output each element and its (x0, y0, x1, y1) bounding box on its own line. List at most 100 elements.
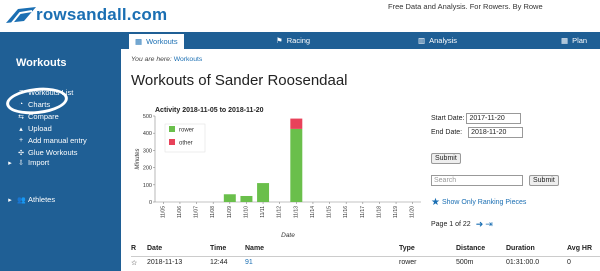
sidebar-item-upload[interactable]: ▴ Upload (17, 124, 52, 133)
tab-analysis[interactable]: ▥ Analysis (418, 32, 457, 49)
sidebar-item-glue-workouts[interactable]: ✣ Glue Workouts (17, 148, 77, 157)
end-date-label: End Date: (431, 129, 463, 136)
col-header-type[interactable]: Type (399, 245, 415, 252)
x-tick-label: 11/16 (343, 206, 349, 218)
ranking-row[interactable]: ★ Show Only Ranking Pieces (431, 197, 526, 208)
cell-date: 2018-11-13 (147, 259, 183, 266)
top-tabs: ▦ Workouts ⚑ Racing ▥ Analysis ▦ Plan (121, 32, 600, 49)
sidebar-item-label: Glue Workouts (28, 148, 78, 157)
import-icon: ⇩ (18, 159, 24, 167)
sidebar-item-athletes[interactable]: ▸ 👥 Athletes (6, 195, 55, 204)
breadcrumb-link-workouts[interactable]: Workouts (174, 56, 203, 63)
users-icon: 👥 (17, 196, 26, 204)
bar-chart-icon: ▥ (418, 36, 426, 45)
tab-racing[interactable]: ⚑ Racing (276, 32, 310, 49)
date-submit-row: Submit (431, 153, 461, 164)
end-date-row: End Date: 2018-11-20 (431, 127, 524, 138)
legend-swatch-rower (169, 126, 175, 132)
bar-rower (257, 183, 270, 202)
y-tick-label: 400 (143, 131, 152, 137)
logo-text[interactable]: rowsandall.com (36, 5, 167, 25)
sidebar: Workouts ≡ Workouts List ◔ Charts ⇆ Comp… (0, 32, 121, 271)
cell-distance: 500m (456, 259, 474, 266)
upload-icon: ▴ (19, 125, 23, 133)
date-submit-button[interactable]: Submit (431, 153, 461, 164)
search-submit-button[interactable]: Submit (529, 175, 559, 186)
sidebar-item-import[interactable]: ▸ ⇩ Import (6, 158, 49, 167)
tab-label: Analysis (429, 36, 458, 45)
y-tick-label: 200 (143, 166, 152, 172)
next-page-icon[interactable]: ➜ (476, 219, 484, 230)
breadcrumb-prefix: You are here: (131, 56, 172, 63)
col-header-name[interactable]: Name (245, 245, 264, 252)
x-tick-label: 11/08 (210, 206, 216, 218)
tab-workouts[interactable]: ▦ Workouts (129, 32, 184, 49)
col-header-r[interactable]: R (131, 245, 136, 252)
bar-rower (223, 194, 236, 202)
cell-avg-hr: 0 (567, 259, 571, 266)
x-tick-label: 11/10 (243, 206, 249, 218)
x-tick-label: 11/17 (360, 206, 366, 218)
col-header-time[interactable]: Time (210, 245, 226, 252)
cell-type: rower (399, 259, 417, 266)
y-tick-label: 100 (143, 183, 152, 189)
x-tick-label: 11/15 (327, 206, 333, 218)
col-header-avg-hr[interactable]: Avg HR (567, 245, 592, 252)
sidebar-item-label: Add manual entry (28, 136, 87, 145)
activity-chart: Activity 2018-11-05 to 2018-11-20 0 100 200… (131, 104, 426, 241)
flag-icon: ⚑ (276, 36, 283, 45)
bar-rower (240, 195, 253, 202)
x-tick-label: 11/13 (293, 206, 299, 218)
y-tick-label: 500 (143, 114, 152, 120)
star-icon: ★ (431, 197, 440, 208)
x-tick-label: 11/06 (177, 206, 183, 218)
y-tick-label: 0 (149, 200, 152, 206)
cell-name-link[interactable]: 91 (245, 259, 253, 266)
page-info: Page 1 of 22 (431, 221, 471, 228)
sidebar-item-label: Import (28, 158, 50, 167)
x-tick-label: 11/07 (194, 206, 200, 218)
col-header-date[interactable]: Date (147, 245, 162, 252)
tab-label: Workouts (146, 37, 178, 46)
tagline: Free Data and Analysis. For Rowers. By R… (388, 2, 543, 11)
caret-right-icon: ▸ (8, 159, 12, 167)
pagination-row: Page 1 of 22 ➜ ⇥ (431, 219, 493, 230)
cell-duration: 01:31:00.0 (506, 259, 540, 266)
table-header: R Date Time Name Type Distance Duration … (131, 244, 600, 257)
page-title: Workouts of Sander Roosendaal (131, 72, 348, 89)
x-tick-label: 11/14 (310, 206, 316, 218)
sidebar-item-label: Upload (28, 124, 52, 133)
calendar-icon: ▦ (135, 37, 143, 46)
bar-rower (290, 128, 303, 202)
x-tick-label: 11/05 (160, 206, 166, 218)
legend-label-rower: rower (179, 128, 194, 134)
x-tick-label: 11/11 (260, 206, 266, 218)
search-input[interactable]: Search (431, 175, 523, 186)
ranking-pieces-link[interactable]: Show Only Ranking Pieces (442, 199, 526, 206)
chart-title: Activity 2018-11-05 to 2018-11-20 (155, 107, 264, 114)
col-header-duration[interactable]: Duration (506, 245, 535, 252)
table-row[interactable]: ☆ 2018-11-13 12:44 91 rower 500m 01:31:0… (131, 258, 600, 269)
y-tick-label: 300 (143, 148, 152, 154)
x-tick-label: 11/19 (393, 206, 399, 218)
start-date-label: Start Date: (431, 115, 465, 122)
col-header-distance[interactable]: Distance (456, 245, 485, 252)
sidebar-item-label: Athletes (28, 195, 56, 204)
calendar-icon: ▦ (561, 36, 569, 45)
tab-label: Racing (286, 36, 311, 45)
cell-time: 12:44 (210, 259, 228, 266)
x-tick-label: 11/09 (227, 206, 233, 218)
caret-right-icon: ▸ (8, 196, 12, 204)
rank-star-icon[interactable]: ☆ (131, 259, 137, 267)
sidebar-item-add-manual-entry[interactable]: + Add manual entry (17, 136, 87, 145)
x-axis-label: Date (281, 232, 295, 239)
search-row: Search Submit (431, 175, 559, 186)
glue-icon: ✣ (18, 149, 24, 157)
last-page-icon[interactable]: ⇥ (485, 219, 493, 230)
x-tick-label: 11/12 (277, 206, 283, 218)
start-date-input[interactable]: 2017-11-20 (466, 113, 522, 124)
tab-plan[interactable]: ▦ Plan (561, 32, 587, 49)
end-date-input[interactable]: 2018-11-20 (468, 127, 524, 138)
logo-icon[interactable] (4, 3, 38, 29)
start-date-row: Start Date: 2017-11-20 (431, 113, 522, 124)
